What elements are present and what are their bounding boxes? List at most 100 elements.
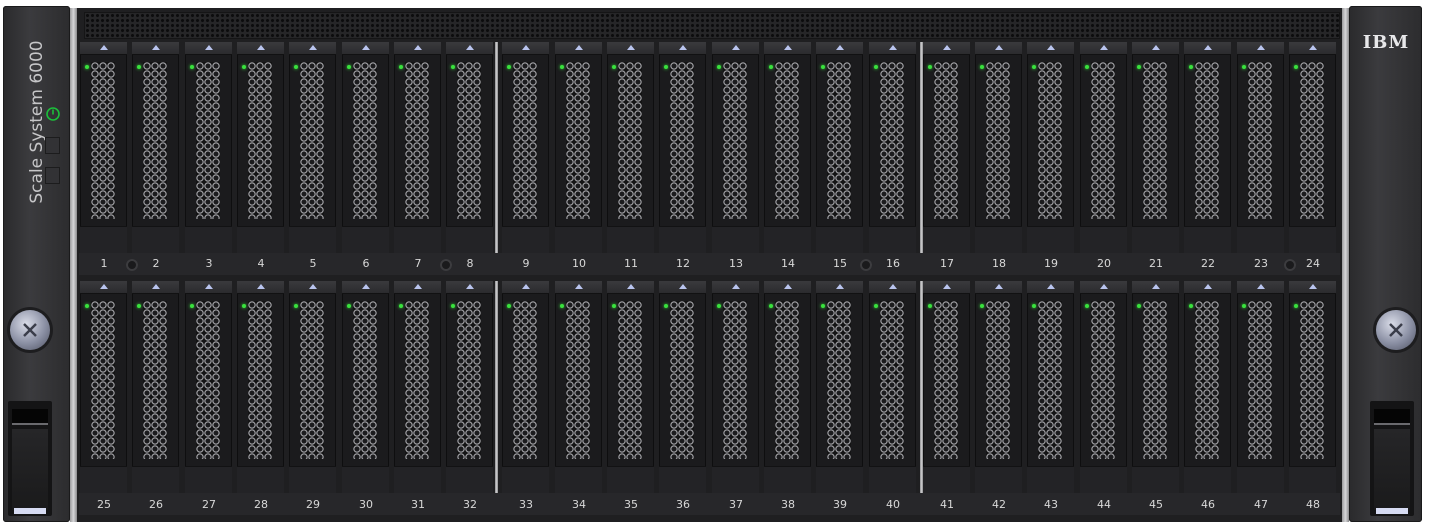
drive-handle[interactable] [446, 281, 493, 294]
drive-handle[interactable] [1080, 42, 1127, 55]
drive-handle[interactable] [1080, 281, 1127, 294]
drive-handle[interactable] [185, 281, 232, 294]
drive-bay[interactable] [869, 281, 916, 493]
drive-bay[interactable] [80, 42, 127, 253]
drive-bay[interactable] [342, 42, 389, 253]
drive-handle[interactable] [555, 281, 602, 294]
drive-handle[interactable] [869, 42, 916, 55]
drive-handle[interactable] [289, 42, 336, 55]
release-latch-icon[interactable] [1308, 284, 1317, 289]
release-latch-icon[interactable] [942, 45, 951, 50]
drive-handle[interactable] [446, 42, 493, 55]
drive-handle[interactable] [607, 42, 654, 55]
release-latch-icon[interactable] [678, 45, 687, 50]
drive-handle[interactable] [1289, 281, 1336, 294]
drive-bay[interactable] [80, 281, 127, 493]
drive-handle[interactable] [185, 42, 232, 55]
drive-bay[interactable] [975, 281, 1022, 493]
release-latch-icon[interactable] [731, 284, 740, 289]
drive-handle[interactable] [1132, 42, 1179, 55]
drive-bay[interactable] [555, 42, 602, 253]
release-latch-icon[interactable] [1151, 45, 1160, 50]
drive-handle[interactable] [1132, 281, 1179, 294]
drive-bay[interactable] [975, 42, 1022, 253]
drive-bay[interactable] [555, 281, 602, 493]
drive-bay[interactable] [1132, 42, 1179, 253]
drive-bay[interactable] [446, 281, 493, 493]
drive-bay[interactable] [607, 281, 654, 493]
drive-handle[interactable] [1027, 42, 1074, 55]
drive-bay[interactable] [237, 281, 284, 493]
drive-handle[interactable] [1184, 42, 1231, 55]
drive-bay[interactable] [607, 42, 654, 253]
drive-bay[interactable] [394, 42, 441, 253]
release-latch-icon[interactable] [151, 45, 160, 50]
release-latch-icon[interactable] [1256, 284, 1265, 289]
release-latch-icon[interactable] [1099, 45, 1108, 50]
release-latch-icon[interactable] [1151, 284, 1160, 289]
release-latch-icon[interactable] [888, 45, 897, 50]
drive-bay[interactable] [1080, 281, 1127, 493]
drive-bay[interactable] [1289, 42, 1336, 253]
drive-handle[interactable] [1237, 281, 1284, 294]
release-latch-icon[interactable] [1099, 284, 1108, 289]
drive-bay[interactable] [923, 281, 970, 493]
drive-handle[interactable] [502, 281, 549, 294]
drive-bay[interactable] [1027, 281, 1074, 493]
drive-bay[interactable] [1237, 281, 1284, 493]
release-latch-icon[interactable] [1046, 284, 1055, 289]
drive-handle[interactable] [132, 42, 179, 55]
drive-bay[interactable] [1132, 281, 1179, 493]
drive-handle[interactable] [923, 42, 970, 55]
drive-handle[interactable] [712, 281, 759, 294]
release-latch-icon[interactable] [574, 45, 583, 50]
drive-handle[interactable] [975, 281, 1022, 294]
drive-handle[interactable] [659, 281, 706, 294]
drive-bay[interactable] [342, 281, 389, 493]
release-latch-icon[interactable] [994, 284, 1003, 289]
release-latch-icon[interactable] [308, 284, 317, 289]
drive-bay[interactable] [289, 42, 336, 253]
left-pull-handle[interactable] [8, 401, 52, 516]
drive-handle[interactable] [289, 281, 336, 294]
drive-bay[interactable] [502, 42, 549, 253]
release-latch-icon[interactable] [994, 45, 1003, 50]
drive-bay[interactable] [237, 42, 284, 253]
release-latch-icon[interactable] [574, 284, 583, 289]
release-latch-icon[interactable] [151, 284, 160, 289]
drive-handle[interactable] [975, 42, 1022, 55]
release-latch-icon[interactable] [626, 45, 635, 50]
drive-handle[interactable] [555, 42, 602, 55]
drive-bay[interactable] [869, 42, 916, 253]
drive-handle[interactable] [816, 281, 863, 294]
release-latch-icon[interactable] [835, 45, 844, 50]
drive-bay[interactable] [659, 281, 706, 493]
drive-bay[interactable] [923, 42, 970, 253]
release-latch-icon[interactable] [731, 45, 740, 50]
drive-handle[interactable] [237, 281, 284, 294]
drive-bay[interactable] [502, 281, 549, 493]
drive-handle[interactable] [607, 281, 654, 294]
release-latch-icon[interactable] [942, 284, 951, 289]
drive-bay[interactable] [289, 281, 336, 493]
release-latch-icon[interactable] [204, 45, 213, 50]
drive-handle[interactable] [342, 42, 389, 55]
release-latch-icon[interactable] [99, 45, 108, 50]
release-latch-icon[interactable] [256, 45, 265, 50]
drive-handle[interactable] [394, 42, 441, 55]
drive-bay[interactable] [1289, 281, 1336, 493]
drive-bay[interactable] [132, 281, 179, 493]
drive-bay[interactable] [132, 42, 179, 253]
release-latch-icon[interactable] [465, 45, 474, 50]
drive-handle[interactable] [80, 42, 127, 55]
drive-bay[interactable] [764, 42, 811, 253]
drive-bay[interactable] [1184, 281, 1231, 493]
right-thumbscrew-icon[interactable] [1376, 310, 1416, 350]
release-latch-icon[interactable] [521, 284, 530, 289]
drive-handle[interactable] [764, 42, 811, 55]
release-latch-icon[interactable] [1308, 45, 1317, 50]
release-latch-icon[interactable] [888, 284, 897, 289]
drive-bay[interactable] [1080, 42, 1127, 253]
release-latch-icon[interactable] [413, 284, 422, 289]
drive-bay[interactable] [712, 42, 759, 253]
